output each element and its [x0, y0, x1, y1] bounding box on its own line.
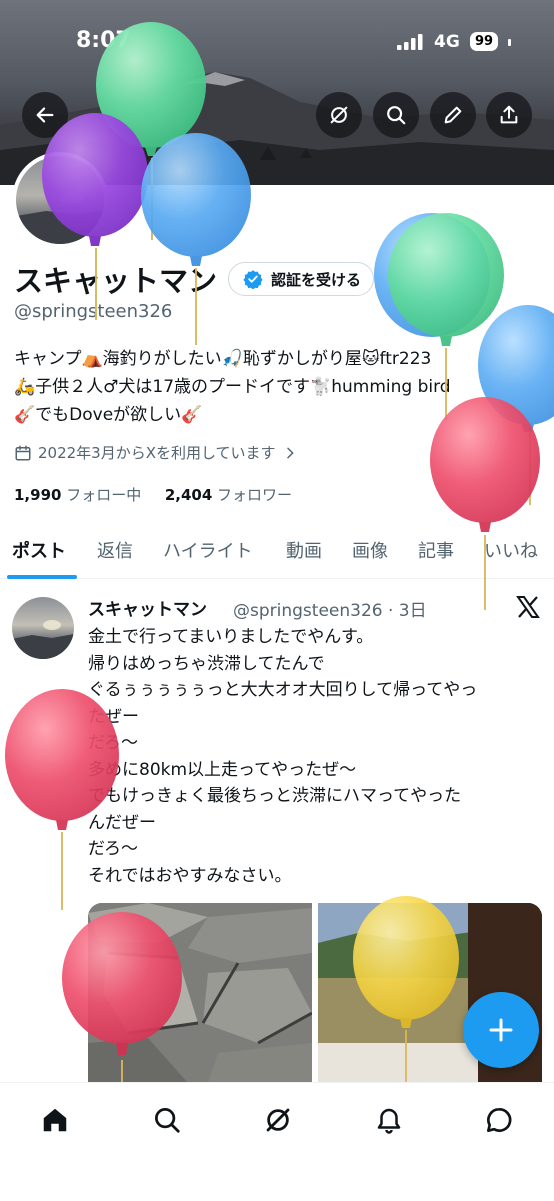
battery-cap [508, 39, 511, 46]
verify-label: 認証を受ける [271, 270, 362, 289]
bio-line: 🎸でもDoveが欲しい🎸 [14, 405, 203, 425]
status-bar: 8:07 4G 99 [0, 0, 554, 80]
chevron-right-icon [286, 447, 294, 458]
home-icon [43, 1108, 67, 1132]
post-line: だろ〜 [88, 839, 138, 859]
post-line: たぜー [88, 706, 139, 727]
post-line: 金土で行ってまいりましたでやんす。 [88, 627, 374, 647]
profile-avatar[interactable] [12, 152, 108, 248]
tab-videos[interactable]: 動画 [286, 537, 322, 563]
bio-line: 🛵子供２人♂犬は17歳のプードイです🐩humming bird [14, 377, 451, 397]
post-image-stone-wall[interactable] [88, 903, 312, 1083]
grok-button[interactable] [316, 92, 362, 138]
notifications-icon [377, 1108, 401, 1134]
grok-icon [330, 106, 348, 124]
messages-icon [487, 1107, 512, 1132]
post-line: でもけっきょく最後ちっと渋滞にハマってやった [88, 786, 462, 806]
share-icon [500, 105, 518, 124]
post-line: それではおやすみなさい。 [88, 865, 292, 886]
post-line: 多めに80km以上走ってやったぜ〜 [88, 759, 357, 780]
compose-fab-button[interactable] [463, 992, 539, 1068]
status-time: 8:07 [76, 28, 131, 53]
following-link[interactable]: 1,990 フォロー中 [14, 486, 146, 504]
search-button[interactable] [373, 92, 419, 138]
x-logo-icon [516, 596, 540, 618]
profile-handle: @springsteen326 [14, 301, 173, 322]
search-icon [155, 1108, 180, 1133]
joined-label: 2022年3月からXを利用しています [38, 444, 276, 462]
share-button[interactable] [486, 92, 532, 138]
tab-images[interactable]: 画像 [352, 537, 388, 563]
bottom-navigation [0, 1082, 554, 1201]
display-name: スキャットマン [14, 264, 218, 298]
battery-icon: 99 [470, 32, 499, 51]
post-line: だろ〜 [88, 733, 138, 753]
nav-search[interactable] [150, 1103, 184, 1137]
post-author-name: スキャットマン [88, 600, 207, 620]
follow-stats: 1,990 フォロー中 2,404 フォロワー [14, 484, 292, 505]
tab-posts[interactable]: ポスト [12, 537, 66, 563]
profile-tabs: ポスト 返信 ハイライト 動画 画像 記事 いいね [0, 523, 554, 579]
tab-replies[interactable]: 返信 [97, 537, 133, 563]
tab-likes[interactable]: いいね [484, 537, 538, 563]
plus-icon [489, 1018, 513, 1042]
post-avatar[interactable] [12, 597, 74, 659]
nav-messages[interactable] [482, 1103, 516, 1137]
post-text: 金土で行ってまいりましたでやんす。 帰りはめっちゃ渋滞してたんで ぐるぅぅぅぅぅ… [88, 624, 548, 889]
joined-date[interactable]: 2022年3月からXを利用しています [14, 442, 298, 463]
search-icon [387, 106, 406, 125]
post-line: 帰りはめっちゃ渋滞してたんで [88, 653, 325, 674]
grok-icon [266, 1108, 290, 1132]
active-tab-indicator [7, 575, 77, 579]
pencil-icon [444, 106, 462, 124]
network-label: 4G [434, 32, 460, 52]
following-count: 1,990 [14, 486, 62, 504]
tab-highlights[interactable]: ハイライト [163, 537, 253, 563]
post-handle-time: @springsteen326 · 3日 [233, 601, 427, 621]
nav-grok[interactable] [261, 1103, 295, 1137]
followers-label: フォロワー [217, 486, 293, 504]
calendar-icon [15, 445, 31, 460]
nav-notifications[interactable] [372, 1103, 406, 1137]
arrow-left-icon [36, 107, 54, 123]
balloon-blue-right [374, 213, 490, 337]
profile-bio: キャンプ⛺海釣りがしたい🎣恥ずかしがり屋🐱ftr223 🛵子供２人♂犬は17歳の… [14, 345, 544, 429]
followers-link[interactable]: 2,404 フォロワー [165, 486, 292, 504]
following-label: フォロー中 [66, 486, 142, 504]
followers-count: 2,404 [164, 486, 213, 504]
tab-articles[interactable]: 記事 [418, 537, 454, 563]
post-line: んだぜー [88, 812, 156, 833]
signal-icon [397, 34, 423, 50]
bio-line: キャンプ⛺海釣りがしたい🎣恥ずかしがり屋🐱ftr223 [14, 349, 432, 369]
get-verified-button[interactable]: 認証を受ける [228, 262, 375, 296]
verified-badge-icon [243, 270, 263, 289]
back-button[interactable] [22, 92, 68, 138]
nav-home[interactable] [38, 1103, 72, 1137]
edit-button[interactable] [430, 92, 476, 138]
post-line: ぐるぅぅぅぅぅっと大大オオ大回りして帰ってやっ [88, 680, 478, 700]
